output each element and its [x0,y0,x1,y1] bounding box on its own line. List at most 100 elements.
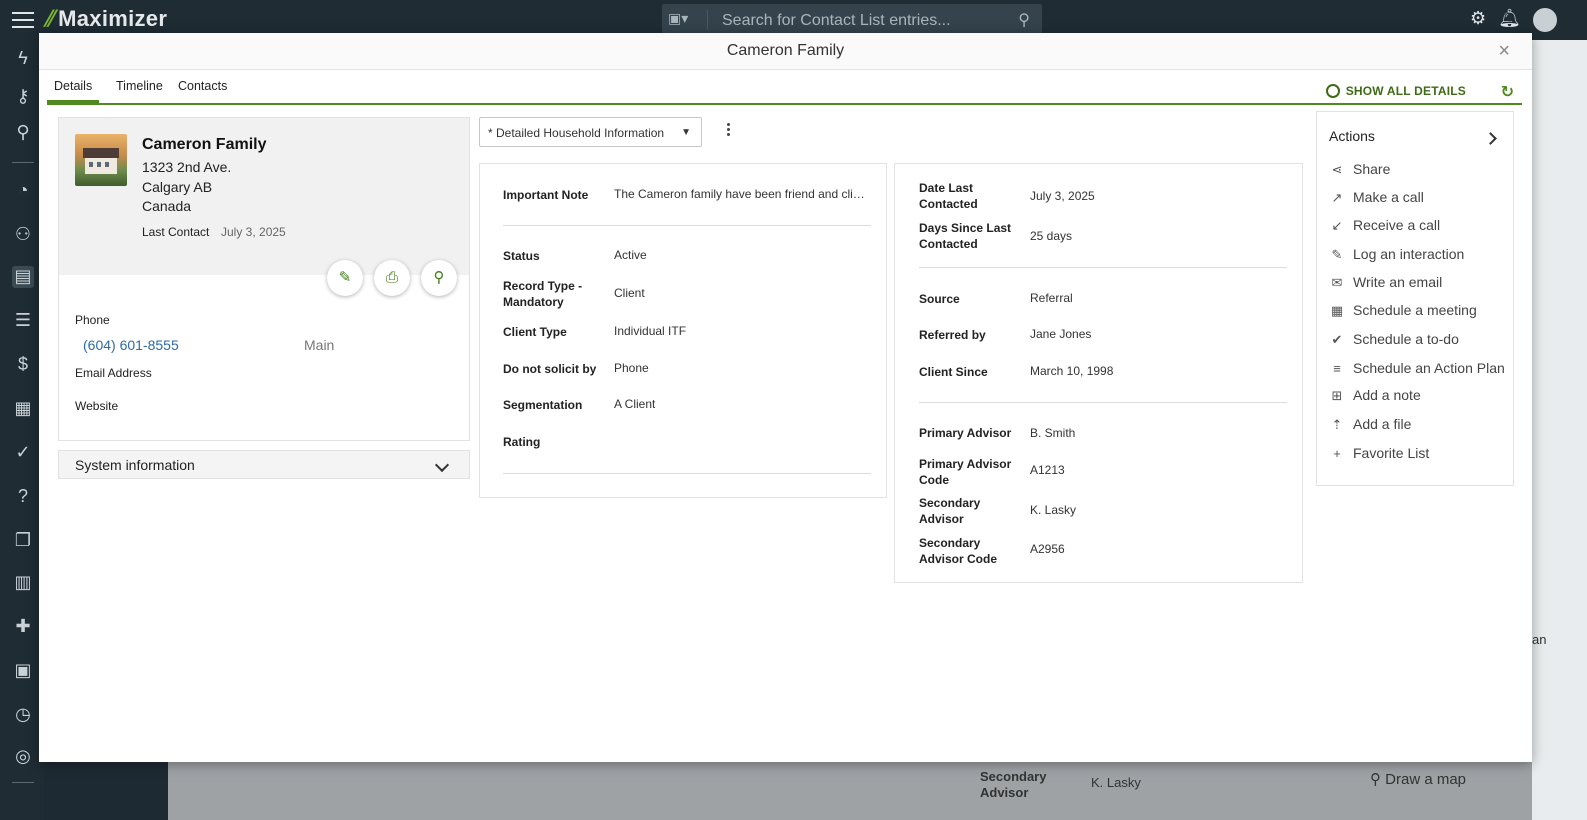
source-label: Source [919,292,960,306]
global-search[interactable]: ▣▾ Search for Contact List entries... ⚲ [662,4,1042,36]
tab-bar: Details Timeline Contacts SHOW ALL DETAI… [47,71,1522,105]
gear-icon[interactable]: ⚙ [1470,8,1486,32]
separator [503,473,871,474]
segmentation-value: A Client [614,397,656,411]
phone-label: Phone [75,313,110,327]
action-schedule-todo[interactable]: ✔ Schedule a to-do [1329,331,1459,351]
secondary-advisor-code-value: A2956 [1030,542,1065,556]
calendar-icon[interactable]: ▦ [12,398,34,420]
dashboard-icon[interactable]: ◔ [12,180,34,202]
tab-timeline[interactable]: Timeline [109,79,170,100]
map-button[interactable]: ⚲ [421,260,457,296]
avatar[interactable] [1533,8,1557,32]
search-icon[interactable]: ⚲ [1018,10,1030,30]
note-add-icon: ⊞ [1331,388,1343,403]
menu-icon[interactable] [12,12,34,28]
board-icon[interactable]: ▣ [12,660,34,682]
more-options-icon[interactable] [724,121,732,141]
tab-contacts[interactable]: Contacts [171,79,234,100]
upload-icon: ⇡ [1331,417,1343,432]
record-type-label: Record Type - Mandatory [503,279,583,309]
bell-icon[interactable]: 🔔︎ [1498,8,1521,32]
copy-icon[interactable]: ❐ [12,530,34,552]
client-since-label: Client Since [919,365,988,379]
action-share[interactable]: ⋖ Share [1329,161,1391,181]
sidebar-divider [12,162,34,163]
background-secondary-advisor-value: K. Lasky [1091,775,1141,790]
do-not-solicit-label: Do not solicit by [503,362,597,376]
important-note-label: Important Note [503,188,589,202]
show-all-details-button[interactable]: SHOW ALL DETAILS [1325,84,1466,98]
edit-button[interactable]: ✎ [327,260,363,296]
secondary-advisor-value: K. Lasky [1030,503,1077,517]
key-icon[interactable]: ⚷ [12,86,34,108]
address-book-icon[interactable]: ▤ [12,266,34,288]
check-circle-icon: ✔ [1331,332,1343,347]
view-select[interactable]: * Detailed Household Information ▼ [479,117,702,147]
secondary-advisor-label: Secondary Advisor [919,496,981,526]
close-icon[interactable]: × [1498,40,1510,63]
phone-link[interactable]: (604) 601-8555 [83,337,179,353]
separator [919,267,1287,268]
contact-type-icon[interactable]: ▣▾ [668,10,708,30]
do-not-solicit-value: Phone [614,361,649,375]
primary-advisor-code-value: A1213 [1030,463,1065,477]
system-information-toggle[interactable]: System information [58,450,470,479]
help-icon[interactable]: ? [12,486,34,508]
pencil-icon: ✎ [338,269,352,286]
action-make-call[interactable]: ↗ Make a call [1329,189,1424,209]
puzzle-icon[interactable]: ✚ [12,616,34,638]
chevron-right-icon[interactable] [1484,132,1497,145]
schedule-icon[interactable]: ◷ [12,704,34,726]
action-add-note[interactable]: ⊞ Add a note [1329,387,1421,407]
action-write-email[interactable]: ✉ Write an email [1329,274,1443,294]
address-line-2: Calgary AB [142,179,213,195]
dialog-header: Cameron Family × [39,33,1532,70]
background-partial-text: an [1532,632,1547,647]
action-favorite-list[interactable]: + Favorite List [1329,445,1429,465]
draw-map-action[interactable]: ⚲ Draw a map [1358,770,1528,800]
action-log-interaction[interactable]: ✎ Log an interaction [1329,246,1465,266]
action-schedule-meeting[interactable]: ▦ Schedule a meeting [1329,302,1477,322]
edit-icon: ✎ [1331,247,1343,262]
segmentation-label: Segmentation [503,398,583,412]
background-panel: an [1532,40,1587,820]
lightning-icon[interactable]: ϟ [12,48,34,70]
primary-advisor-label: Primary Advisor [919,426,1012,440]
list-icon: ≡ [1333,361,1341,376]
target-icon[interactable]: ◎ [12,746,34,768]
address-line-1: 1323 2nd Ave. [142,159,232,175]
pin-icon[interactable]: ⚲ [12,122,34,144]
dollar-icon[interactable]: $ [12,354,34,376]
action-schedule-action-plan[interactable]: ≡ Schedule an Action Plan [1329,360,1505,380]
check-icon[interactable]: ✓ [12,442,34,464]
app-sidebar: ϟ ⚷ ⚲ ◔ ⚇ ▤ ☰ $ ▦ ✓ ? ❐ ▥ ✚ ▣ ◷ ◎ [0,40,44,820]
print-button[interactable]: ⎙ [374,260,410,296]
email-label: Email Address [75,366,152,380]
important-note-value: The Cameron family have been friend and … [614,187,866,201]
phone-type: Main [304,337,335,353]
status-label: Status [503,249,540,263]
outgoing-call-icon: ↗ [1331,190,1343,205]
website-label: Website [75,399,119,413]
list-icon[interactable]: ☰ [12,310,34,332]
separator [503,225,871,226]
contacts-icon[interactable]: ⚇ [12,224,34,246]
kanban-icon[interactable]: ▥ [12,572,34,594]
days-since-last-contacted-label: Days Since Last Contacted [919,221,1012,251]
refresh-icon[interactable]: ↻ [1501,82,1514,102]
printer-icon: ⎙ [385,269,398,286]
action-receive-call[interactable]: ↙ Receive a call [1329,217,1441,237]
record-type-value: Client [614,286,645,300]
top-icons: ⚙ 🔔︎ [1470,8,1557,32]
caret-down-icon: ▼ [681,127,691,138]
search-input[interactable]: Search for Contact List entries... [722,12,951,30]
app-logo: ⫽ Maximizer [44,6,168,31]
location-pin-icon: ⚲ [433,269,445,286]
incoming-call-icon: ↙ [1331,218,1343,233]
contact-photo [75,134,127,186]
background-secondary-advisor-label: Secondary Advisor [980,769,1047,800]
action-add-file[interactable]: ⇡ Add a file [1329,416,1412,436]
tab-details[interactable]: Details [47,79,100,103]
actions-panel: Actions ⋖ Share ↗ Make a call ↙ Receive a c… [1316,111,1514,486]
